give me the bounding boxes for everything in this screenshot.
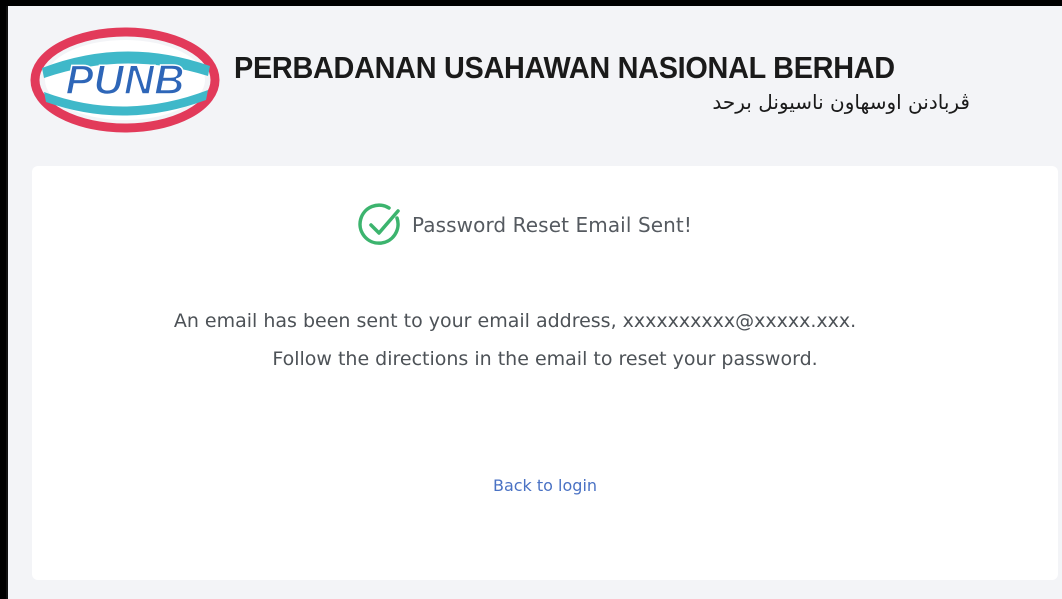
back-to-login-link[interactable]: Back to login xyxy=(32,476,1058,495)
message-line-1: An email has been sent to your email add… xyxy=(173,310,857,332)
organization-name: PERBADANAN USAHAWAN NASIONAL BERHAD xyxy=(234,50,895,85)
page-header: PUNB PERBADANAN USAHAWAN NASIONAL BERHAD… xyxy=(8,6,1062,164)
page-frame: PUNB PERBADANAN USAHAWAN NASIONAL BERHAD… xyxy=(6,6,1062,599)
logo-wordmark: PUNB xyxy=(65,56,184,103)
organization-name-jawi: ڤربادنن اوسهاون ناسيونل برحد xyxy=(712,90,970,114)
punb-logo: PUNB xyxy=(30,27,220,133)
status-title: Password Reset Email Sent! xyxy=(412,213,692,237)
status-row: Password Reset Email Sent! xyxy=(32,202,1058,248)
message-line-2: Follow the directions in the email to re… xyxy=(272,348,818,370)
confirmation-card: Password Reset Email Sent! An email has … xyxy=(32,166,1058,580)
check-circle-icon xyxy=(358,203,400,245)
